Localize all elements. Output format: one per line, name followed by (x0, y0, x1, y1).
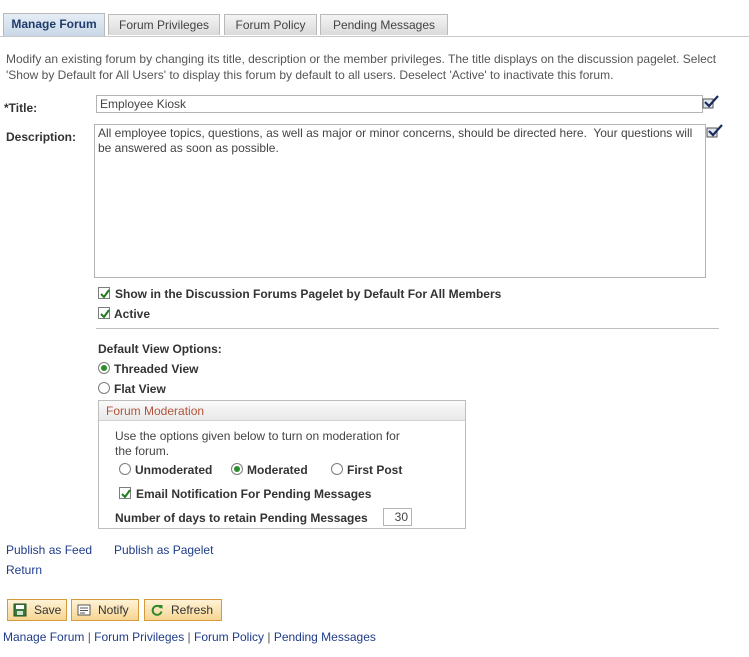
tab-manage-forum[interactable]: Manage Forum (3, 13, 105, 36)
unmoderated-radio[interactable] (119, 463, 131, 475)
moderated-radio[interactable] (231, 463, 243, 475)
title-label: *Title: (4, 101, 38, 115)
unmoderated-label: Unmoderated (135, 463, 213, 477)
footer-manage-forum-link[interactable]: Manage Forum (3, 630, 84, 644)
threaded-view-label: Threaded View (114, 362, 199, 376)
save-button[interactable]: Save (7, 599, 67, 621)
view-options-label: Default View Options: (98, 342, 222, 356)
title-input[interactable] (96, 95, 703, 113)
refresh-button[interactable]: Refresh (144, 599, 222, 621)
footer-separator: | (264, 630, 274, 644)
description-label: Description: (6, 130, 77, 144)
notify-icon (77, 603, 91, 617)
flat-view-radio[interactable] (98, 382, 110, 394)
forum-moderation-header: Forum Moderation (99, 401, 465, 421)
tab-pending-messages[interactable]: Pending Messages (320, 14, 448, 35)
email-notification-label: Email Notification For Pending Messages (136, 487, 372, 501)
forum-moderation-box: Forum Moderation Use the options given b… (98, 400, 466, 529)
active-checkbox[interactable] (98, 307, 110, 319)
active-label: Active (114, 307, 151, 321)
save-label: Save (34, 603, 62, 617)
description-textarea[interactable]: All employee topics, questions, as well … (94, 124, 706, 278)
flat-view-label: Flat View (114, 382, 166, 396)
save-icon (13, 603, 27, 617)
divider (96, 328, 719, 329)
tab-forum-privileges[interactable]: Forum Privileges (108, 14, 220, 35)
footer-forum-privileges-link[interactable]: Forum Privileges (94, 630, 184, 644)
publish-as-pagelet-link[interactable]: Publish as Pagelet (114, 543, 213, 557)
threaded-view-radio[interactable] (98, 362, 110, 374)
email-notification-checkbox[interactable] (119, 487, 131, 499)
footer-separator: | (84, 630, 95, 644)
publish-as-feed-link[interactable]: Publish as Feed (6, 543, 92, 557)
tab-bar-baseline (0, 36, 749, 37)
first-post-label: First Post (347, 463, 403, 477)
refresh-label: Refresh (171, 603, 214, 617)
page-instructions: Modify an existing forum by changing its… (6, 52, 717, 82)
first-post-radio[interactable] (331, 463, 343, 475)
retain-days-input[interactable] (383, 508, 412, 526)
moderated-label: Moderated (247, 463, 308, 477)
tab-forum-policy[interactable]: Forum Policy (224, 14, 317, 35)
spell-check-icon[interactable] (706, 123, 724, 139)
show-default-label: Show in the Discussion Forums Pagelet by… (115, 287, 502, 301)
spell-check-icon[interactable] (702, 94, 720, 110)
footer-pending-messages-link[interactable]: Pending Messages (274, 630, 376, 644)
show-default-checkbox[interactable] (98, 287, 110, 299)
footer-nav: Manage Forum | Forum Privileges | Forum … (3, 630, 376, 644)
footer-separator: | (184, 630, 194, 644)
notify-button[interactable]: Notify (71, 599, 139, 621)
moderation-hint: Use the options given below to turn on m… (115, 429, 400, 458)
footer-forum-policy-link[interactable]: Forum Policy (194, 630, 264, 644)
refresh-icon (150, 603, 164, 617)
return-link[interactable]: Return (6, 563, 42, 577)
notify-label: Notify (98, 603, 129, 617)
forum-moderation-title: Forum Moderation (106, 404, 205, 418)
retain-days-label: Number of days to retain Pending Message… (115, 511, 368, 525)
